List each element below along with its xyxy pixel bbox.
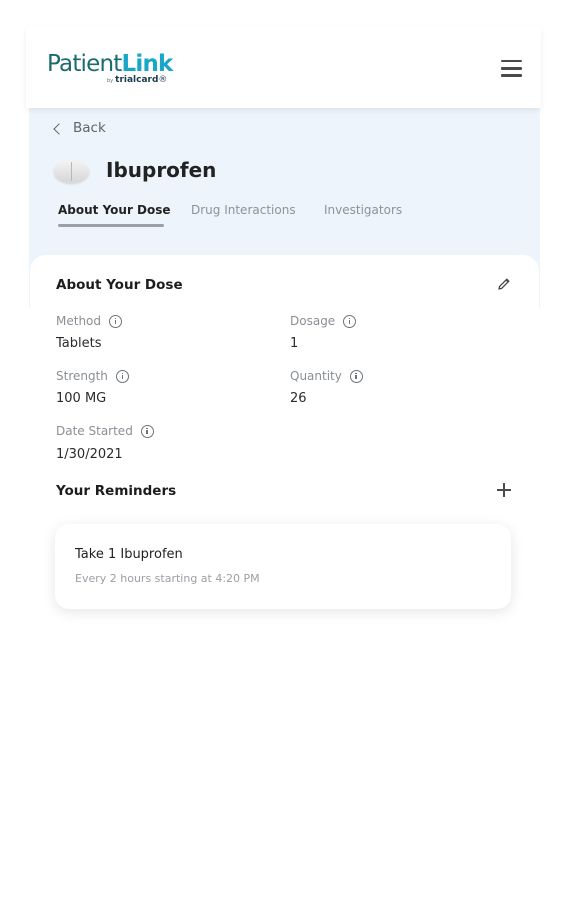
quantity-label-text: Quantity (290, 369, 342, 383)
active-tab-indicator (58, 224, 164, 227)
info-circle-icon[interactable] (115, 369, 129, 383)
app-header: PatientLink by trialcard® (26, 26, 541, 108)
date-started-label-text: Date Started (56, 424, 133, 438)
logo-by-text: by (107, 78, 114, 84)
tab-investigators[interactable]: Investigators (324, 203, 402, 217)
app-screen: PatientLink by trialcard® Back Ibuprofen … (26, 26, 541, 900)
info-circle-icon[interactable] (140, 424, 154, 438)
logo-patient-text: Patient (47, 51, 122, 77)
menu-bar (501, 67, 522, 70)
plus-icon[interactable] (497, 483, 511, 497)
menu-bar (501, 60, 522, 63)
strength-label-text: Strength (56, 369, 108, 383)
date-started-value: 1/30/2021 (56, 447, 123, 462)
reminder-card[interactable]: Take 1 Ibuprofen Every 2 hours starting … (55, 524, 511, 609)
date-started-label: Date Started (56, 424, 154, 438)
reminders-heading: Your Reminders (56, 483, 177, 499)
method-label-text: Method (56, 314, 102, 328)
hamburger-menu-icon[interactable] (501, 60, 522, 77)
strength-value: 100 MG (56, 391, 107, 406)
pill-icon (54, 160, 89, 183)
about-dose-heading: About Your Dose (56, 277, 183, 293)
info-circle-icon[interactable] (343, 314, 357, 328)
tab-drug-interactions[interactable]: Drug Interactions (191, 203, 296, 217)
back-button[interactable]: Back (53, 120, 106, 136)
quantity-label: Quantity (290, 369, 363, 383)
dosage-label: Dosage (290, 314, 357, 328)
logo-brand-text: trialcard (115, 75, 159, 85)
quantity-value: 26 (290, 391, 307, 406)
strength-label: Strength (56, 369, 129, 383)
logo-tm-text: ® (158, 75, 168, 85)
info-circle-icon[interactable] (349, 369, 363, 383)
logo-subline: by trialcard® (107, 75, 167, 85)
method-value: Tablets (56, 336, 102, 351)
logo-wordmark: PatientLink (47, 50, 173, 78)
reminder-title: Take 1 Ibuprofen (75, 547, 183, 562)
pencil-icon[interactable] (496, 276, 512, 292)
dosage-label-text: Dosage (290, 314, 336, 328)
drug-title: Ibuprofen (106, 158, 217, 182)
reminder-schedule: Every 2 hours starting at 4:20 PM (75, 572, 260, 585)
back-label: Back (73, 120, 106, 136)
patientlink-logo[interactable]: PatientLink by trialcard® (47, 50, 187, 90)
logo-link-text: Link (121, 51, 174, 77)
tab-about-your-dose[interactable]: About Your Dose (58, 203, 171, 217)
info-circle-icon[interactable] (109, 314, 123, 328)
chevron-left-icon (53, 122, 65, 135)
menu-bar (501, 74, 522, 77)
method-label: Method (56, 314, 123, 328)
dosage-value: 1 (290, 336, 299, 351)
